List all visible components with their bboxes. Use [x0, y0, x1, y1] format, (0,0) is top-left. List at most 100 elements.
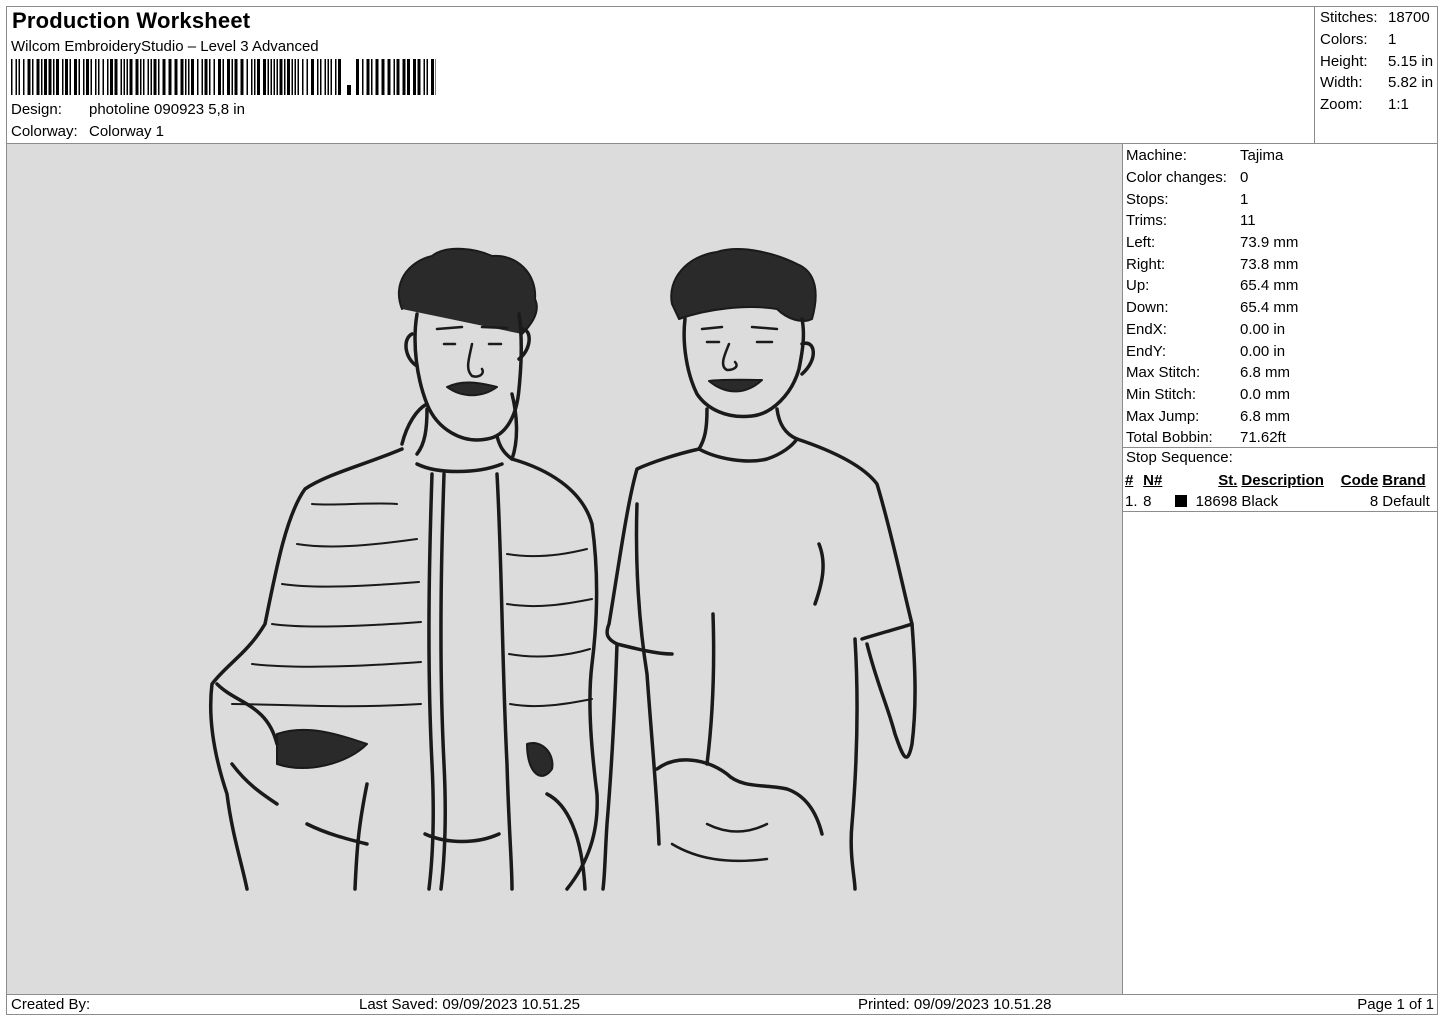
barcode-bar	[201, 59, 203, 95]
summary-value: 18700	[1388, 9, 1430, 27]
barcode-bar	[180, 59, 184, 95]
machine-info-row: Machine: Tajima	[1126, 145, 1298, 167]
machine-info-row: Right: 73.8 mm	[1126, 253, 1298, 275]
summary-value: 5.82 in	[1388, 74, 1434, 92]
machine-info-value: 11	[1240, 212, 1256, 230]
stop-sequence-column-header: N#	[1143, 472, 1163, 489]
barcode-bar	[240, 59, 244, 95]
machine-info-value: 73.8 mm	[1240, 255, 1299, 273]
barcode-bar	[267, 59, 269, 95]
stop-sequence-title: Stop Sequence:	[1126, 449, 1233, 466]
barcode-bar	[204, 59, 208, 95]
barcode-bar	[11, 59, 13, 95]
barcode-bar	[320, 59, 322, 95]
barcode-bar	[78, 59, 80, 95]
divider	[1122, 144, 1123, 994]
machine-info-label: Color changes:	[1126, 169, 1227, 187]
machine-info-value: 0.00 in	[1240, 320, 1286, 338]
barcode-bar	[273, 59, 275, 95]
machine-info-row: Min Stitch: 0.0 mm	[1126, 384, 1298, 406]
barcode-bar	[246, 59, 248, 95]
barcode-bar	[162, 59, 166, 95]
barcode-bar	[324, 59, 326, 95]
machine-info-label: Left:	[1126, 234, 1156, 252]
barcode-bar	[381, 59, 385, 95]
barcode-bar	[338, 59, 341, 95]
summary-row: Width: 5.82 in	[1320, 72, 1433, 94]
barcode-bar	[150, 59, 152, 95]
barcode-bar	[393, 59, 395, 95]
barcode-bar	[191, 59, 194, 95]
barcode-bar	[107, 59, 109, 95]
machine-info-value: 65.4 mm	[1240, 299, 1299, 317]
barcode-bar	[209, 59, 211, 95]
barcode-bar	[62, 59, 64, 95]
barcode-bar	[263, 59, 266, 95]
summary-row: Height: 5.15 in	[1320, 50, 1433, 72]
barcode-bar	[140, 59, 142, 95]
barcode-bar	[302, 59, 304, 95]
brand: Default	[1382, 493, 1430, 510]
barcode-bar	[231, 59, 233, 95]
barcode-bar	[126, 59, 128, 95]
barcode-bar	[135, 59, 139, 95]
barcode-bar	[90, 59, 92, 95]
page-number: Page 1 of 1	[1357, 996, 1434, 1013]
color-description: Black	[1241, 493, 1279, 510]
machine-info-label: Up:	[1126, 277, 1150, 295]
summary-value: 1	[1388, 31, 1397, 49]
barcode-bar	[431, 59, 434, 95]
barcode-bar	[102, 59, 104, 95]
design-value: photoline 090923 5,8 in	[89, 101, 245, 118]
stop-sequence-row: 1. 8 18698 Black 8 Default	[1123, 491, 1437, 512]
machine-info-value: 65.4 mm	[1240, 277, 1299, 295]
barcode-bar	[423, 59, 425, 95]
barcode-bar	[417, 59, 421, 95]
barcode-bar	[234, 59, 238, 95]
barcode-bar	[218, 59, 221, 95]
machine-info-label: Trims:	[1126, 212, 1168, 230]
machine-info-row: Color changes: 0	[1126, 167, 1298, 189]
barcode-bar	[44, 59, 47, 95]
barcode-bar	[95, 59, 97, 95]
barcode-bar	[306, 59, 308, 95]
barcode-bar	[284, 59, 286, 95]
divider	[1314, 7, 1315, 144]
stitch-count: 18698	[1195, 493, 1238, 510]
machine-info-value: 0.00 in	[1240, 342, 1286, 360]
barcode-bar	[18, 59, 20, 95]
summary-label: Stitches:	[1320, 9, 1378, 27]
barcode-bar	[69, 59, 71, 95]
stop-sequence-column-header: #	[1125, 472, 1134, 489]
machine-info-value: 6.8 mm	[1240, 364, 1291, 382]
barcode-bar	[311, 59, 314, 95]
machine-info-label: EndX:	[1126, 320, 1167, 338]
barcode-bar	[36, 59, 40, 95]
machine-info-row: Total Bobbin: 71.62ft	[1126, 427, 1298, 449]
design-preview	[7, 144, 1122, 994]
barcode-bar	[86, 59, 89, 95]
barcode-bar	[129, 59, 133, 95]
divider	[1122, 511, 1438, 512]
barcode-bar	[287, 59, 290, 95]
barcode-bar	[396, 59, 400, 95]
barcode-bar	[147, 59, 149, 95]
machine-info-row: EndY: 0.00 in	[1126, 340, 1298, 362]
barcode-bar	[143, 59, 145, 95]
machine-info-label: Total Bobbin:	[1126, 429, 1213, 447]
machine-info-value: 0	[1240, 169, 1249, 187]
barcode-bar	[257, 59, 260, 95]
stop-sequence-column-header: Brand	[1382, 472, 1426, 489]
embroidery-design-icon	[208, 247, 917, 891]
barcode-bar	[185, 59, 187, 95]
stop-number: 1.	[1125, 493, 1138, 510]
barcode-bar	[213, 59, 215, 95]
barcode-bar	[276, 59, 278, 95]
summary-row: Stitches: 18700	[1320, 7, 1433, 29]
machine-info-table: Machine: Tajima Color changes: 0 Stops: 1T…	[1126, 145, 1298, 449]
stop-sequence-column-header: Description	[1241, 472, 1324, 489]
machine-info-label: Down:	[1126, 299, 1169, 317]
summary-label: Width:	[1320, 74, 1363, 92]
barcode-bar	[294, 59, 296, 95]
barcode-bar	[27, 59, 31, 95]
